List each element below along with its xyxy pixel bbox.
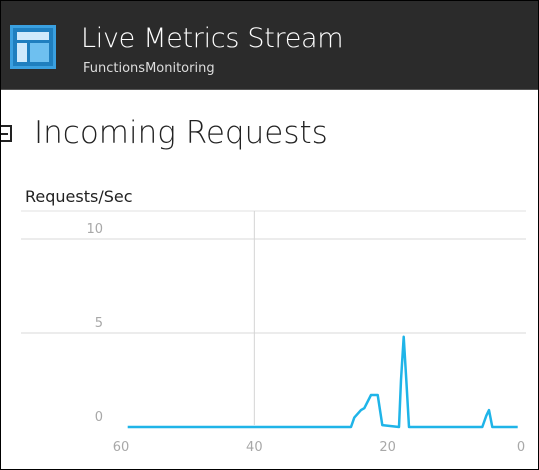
x-tick-label: 0 [517,440,525,455]
series-line [127,335,518,429]
window-frame: Live Metrics Stream FunctionsMonitoring … [0,0,539,470]
y-tick-label: 0 [95,410,103,425]
x-tick-label: 60 [113,440,130,455]
y-tick-label: 5 [95,316,103,331]
y-tick-label: 10 [86,222,103,237]
requests-chart: 10 5 0 60 40 20 0 [21,210,526,455]
x-tick-label: 40 [246,440,263,455]
x-tick-label: 20 [379,440,396,455]
